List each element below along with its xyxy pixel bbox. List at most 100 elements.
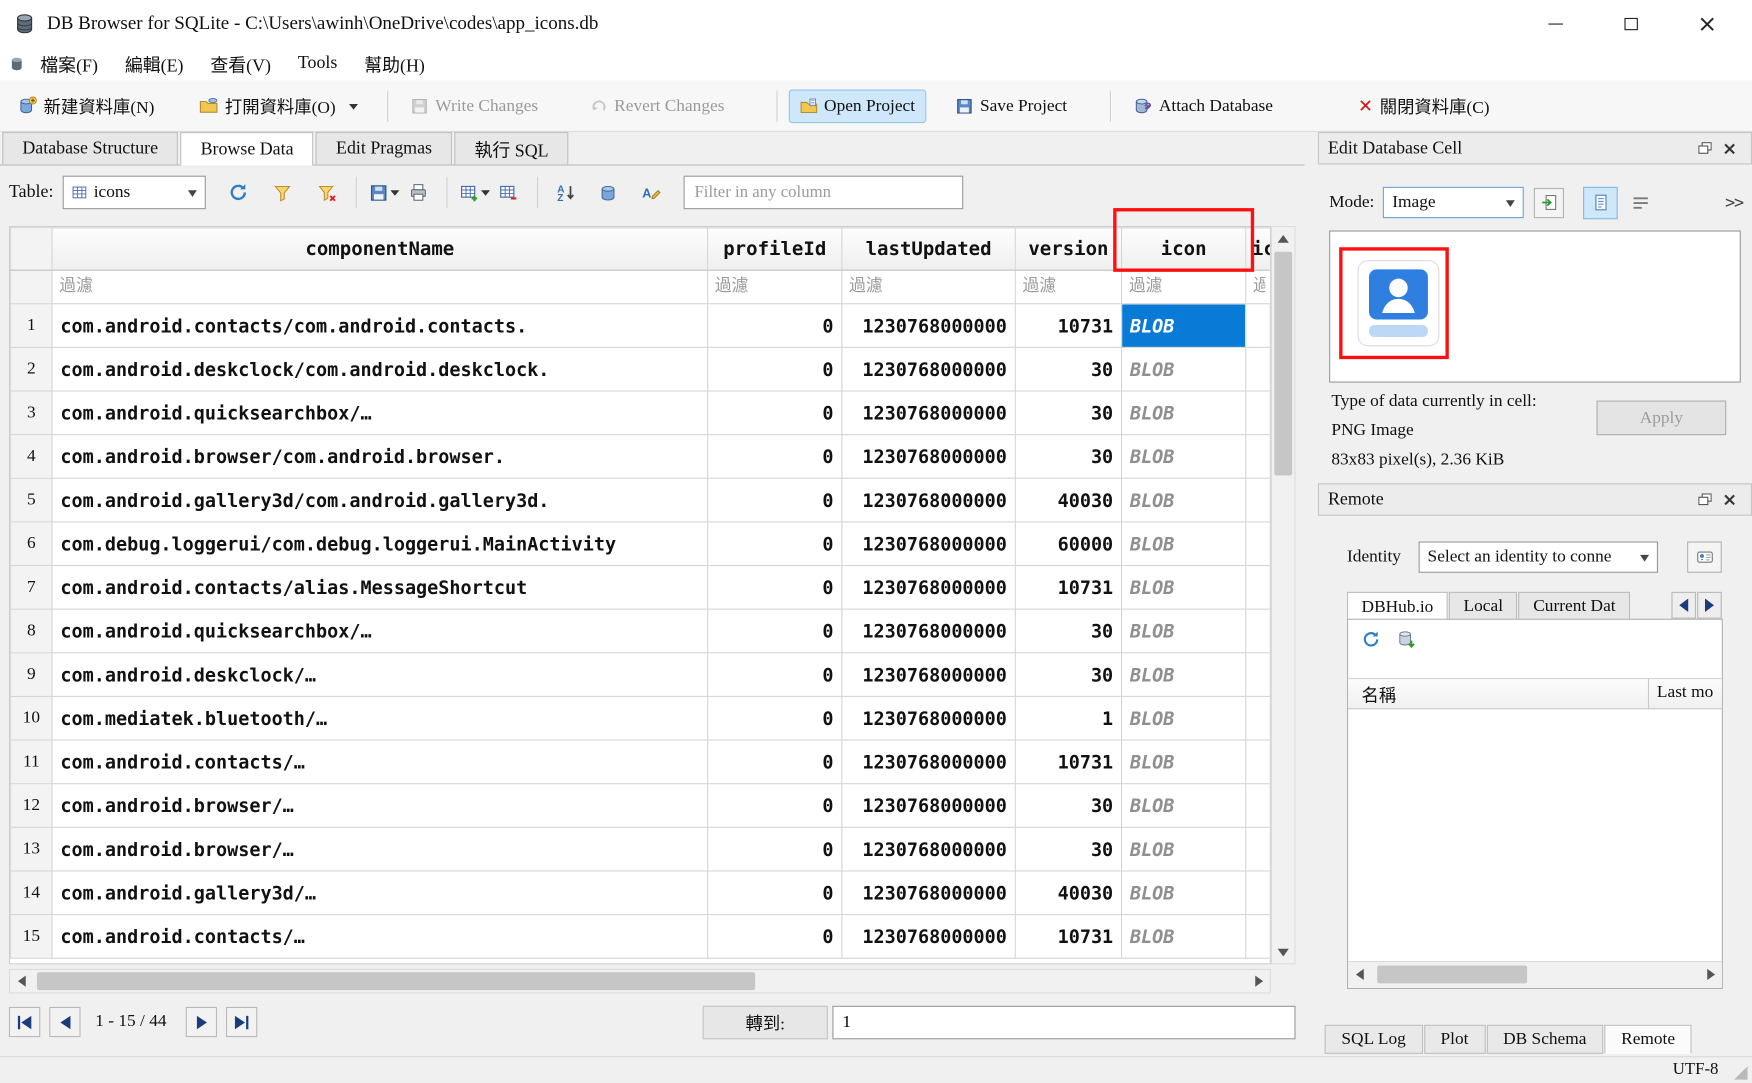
cell-componentname[interactable]: com.android.quicksearchbox/… xyxy=(52,609,708,653)
filter-input-lastupdated[interactable] xyxy=(842,271,1014,303)
cell-componentname[interactable]: com.android.browser/… xyxy=(52,784,708,828)
scroll-up-button[interactable] xyxy=(1272,227,1294,249)
horizontal-scroll-thumb[interactable] xyxy=(1377,965,1527,983)
column-header-version[interactable]: version xyxy=(1015,228,1121,271)
cell-icon-blob[interactable]: BLOB xyxy=(1122,653,1246,697)
cell-profileid[interactable]: 0 xyxy=(708,304,842,348)
cell-profileid[interactable]: 0 xyxy=(708,653,842,697)
menu-file[interactable]: 檔案(F) xyxy=(27,47,112,81)
last-modified-column-header[interactable]: Last mo xyxy=(1657,682,1713,702)
cell-overflow[interactable] xyxy=(1246,391,1271,435)
apply-button[interactable]: Apply xyxy=(1596,401,1726,436)
cell-icon-blob[interactable]: BLOB xyxy=(1122,740,1246,784)
cell-componentname[interactable]: com.android.quicksearchbox/… xyxy=(52,391,708,435)
database-encoding-button[interactable] xyxy=(592,176,626,210)
vertical-scroll-thumb[interactable] xyxy=(1274,252,1292,476)
cell-version[interactable]: 30 xyxy=(1015,827,1121,871)
goto-button[interactable]: 轉到: xyxy=(703,1006,828,1040)
identity-select[interactable]: Select an identity to conne xyxy=(1419,541,1658,572)
cell-overflow[interactable] xyxy=(1246,740,1271,784)
cell-lastupdated[interactable]: 1230768000000 xyxy=(842,827,1015,871)
cell-icon-blob[interactable]: BLOB xyxy=(1122,915,1246,959)
cell-icon-blob[interactable]: BLOB xyxy=(1122,347,1246,391)
scroll-right-button[interactable] xyxy=(1699,963,1721,985)
cell-profileid[interactable]: 0 xyxy=(708,435,842,479)
previous-record-button[interactable] xyxy=(49,1007,80,1037)
cell-profileid[interactable]: 0 xyxy=(708,740,842,784)
filter-button[interactable] xyxy=(266,176,300,210)
cell-version[interactable]: 10731 xyxy=(1015,740,1121,784)
name-column-header[interactable]: 名稱 xyxy=(1362,682,1397,707)
cell-overflow[interactable] xyxy=(1246,784,1271,828)
import-identity-button[interactable] xyxy=(1687,541,1722,572)
clear-filter-button[interactable] xyxy=(311,176,345,210)
menu-view[interactable]: 查看(V) xyxy=(197,47,285,81)
cell-version[interactable]: 40030 xyxy=(1015,871,1121,915)
cell-profileid[interactable]: 0 xyxy=(708,522,842,566)
cell-version[interactable]: 30 xyxy=(1015,391,1121,435)
horizontal-scroll-thumb[interactable] xyxy=(37,972,755,990)
close-panel-button[interactable]: × xyxy=(1717,138,1742,159)
cell-overflow[interactable] xyxy=(1246,871,1271,915)
tab-database-structure[interactable]: Database Structure xyxy=(2,132,178,164)
cell-lastupdated[interactable]: 1230768000000 xyxy=(842,304,1015,348)
filter-input-icon[interactable] xyxy=(1122,271,1245,303)
cell-componentname[interactable]: com.android.deskclock/com.android.deskcl… xyxy=(52,347,708,391)
cell-componentname[interactable]: com.mediatek.bluetooth/… xyxy=(52,696,708,740)
close-button[interactable]: × xyxy=(1669,0,1745,47)
cell-lastupdated[interactable]: 1230768000000 xyxy=(842,740,1015,784)
tab-scroll-right-button[interactable] xyxy=(1697,592,1722,619)
cell-lastupdated[interactable]: 1230768000000 xyxy=(842,609,1015,653)
cell-icon-blob[interactable]: BLOB xyxy=(1122,435,1246,479)
column-header-lastupdated[interactable]: lastUpdated xyxy=(842,228,1015,271)
refresh-button[interactable] xyxy=(221,176,255,210)
cell-overflow[interactable] xyxy=(1246,915,1271,959)
cell-profileid[interactable]: 0 xyxy=(708,391,842,435)
cell-icon-blob[interactable]: BLOB xyxy=(1122,784,1246,828)
remote-horizontal-scrollbar[interactable] xyxy=(1348,961,1722,988)
cell-icon-blob[interactable]: BLOB xyxy=(1122,478,1246,522)
last-record-button[interactable] xyxy=(226,1007,257,1037)
cell-overflow[interactable] xyxy=(1246,653,1271,697)
column-header-profileid[interactable]: profileId xyxy=(708,228,842,271)
cell-version[interactable]: 30 xyxy=(1015,347,1121,391)
cell-profileid[interactable]: 0 xyxy=(708,696,842,740)
float-panel-button[interactable] xyxy=(1693,142,1718,154)
next-record-button[interactable] xyxy=(186,1007,217,1037)
tab-local[interactable]: Local xyxy=(1449,592,1518,620)
cell-componentname[interactable]: com.android.contacts/… xyxy=(52,915,708,959)
cell-overflow[interactable] xyxy=(1246,435,1271,479)
insert-record-button[interactable] xyxy=(458,176,492,210)
save-records-button[interactable] xyxy=(368,176,402,210)
cell-version[interactable]: 30 xyxy=(1015,784,1121,828)
open-project-button[interactable]: Open Project xyxy=(788,89,926,123)
tab-db-schema[interactable]: DB Schema xyxy=(1486,1025,1603,1054)
menu-tools[interactable]: Tools xyxy=(284,50,350,77)
tab-execute-sql[interactable]: 執行 SQL xyxy=(454,132,568,164)
filter-input-overflow[interactable] xyxy=(1246,271,1271,303)
cell-componentname[interactable]: com.android.contacts/alias.MessageShortc… xyxy=(52,566,708,610)
cell-componentname[interactable]: com.android.deskclock/… xyxy=(52,653,708,697)
table-select[interactable]: icons xyxy=(62,176,205,210)
sort-ascending-button[interactable]: AZ xyxy=(549,176,583,210)
cell-version[interactable]: 10731 xyxy=(1015,304,1121,348)
cell-overflow[interactable] xyxy=(1246,696,1271,740)
cell-profileid[interactable]: 0 xyxy=(708,347,842,391)
tab-remote[interactable]: Remote xyxy=(1604,1025,1692,1054)
scroll-down-button[interactable] xyxy=(1272,941,1294,963)
cell-profileid[interactable]: 0 xyxy=(708,784,842,828)
scroll-left-button[interactable] xyxy=(1348,963,1370,985)
cell-lastupdated[interactable]: 1230768000000 xyxy=(842,696,1015,740)
import-data-button[interactable] xyxy=(1534,187,1564,217)
cell-icon-blob[interactable]: BLOB xyxy=(1122,304,1246,348)
cell-version[interactable]: 40030 xyxy=(1015,478,1121,522)
cell-overflow[interactable] xyxy=(1246,478,1271,522)
cell-version[interactable]: 1 xyxy=(1015,696,1121,740)
resize-grip[interactable] xyxy=(1734,1066,1747,1079)
view-as-document-button[interactable] xyxy=(1584,186,1619,218)
open-database-dropdown-icon[interactable] xyxy=(349,104,358,114)
cell-componentname[interactable]: com.debug.loggerui/com.debug.loggerui.Ma… xyxy=(52,522,708,566)
toolbar-overflow-button[interactable]: >> xyxy=(1725,192,1743,212)
cell-version[interactable]: 10731 xyxy=(1015,915,1121,959)
close-panel-button[interactable]: × xyxy=(1717,489,1742,510)
